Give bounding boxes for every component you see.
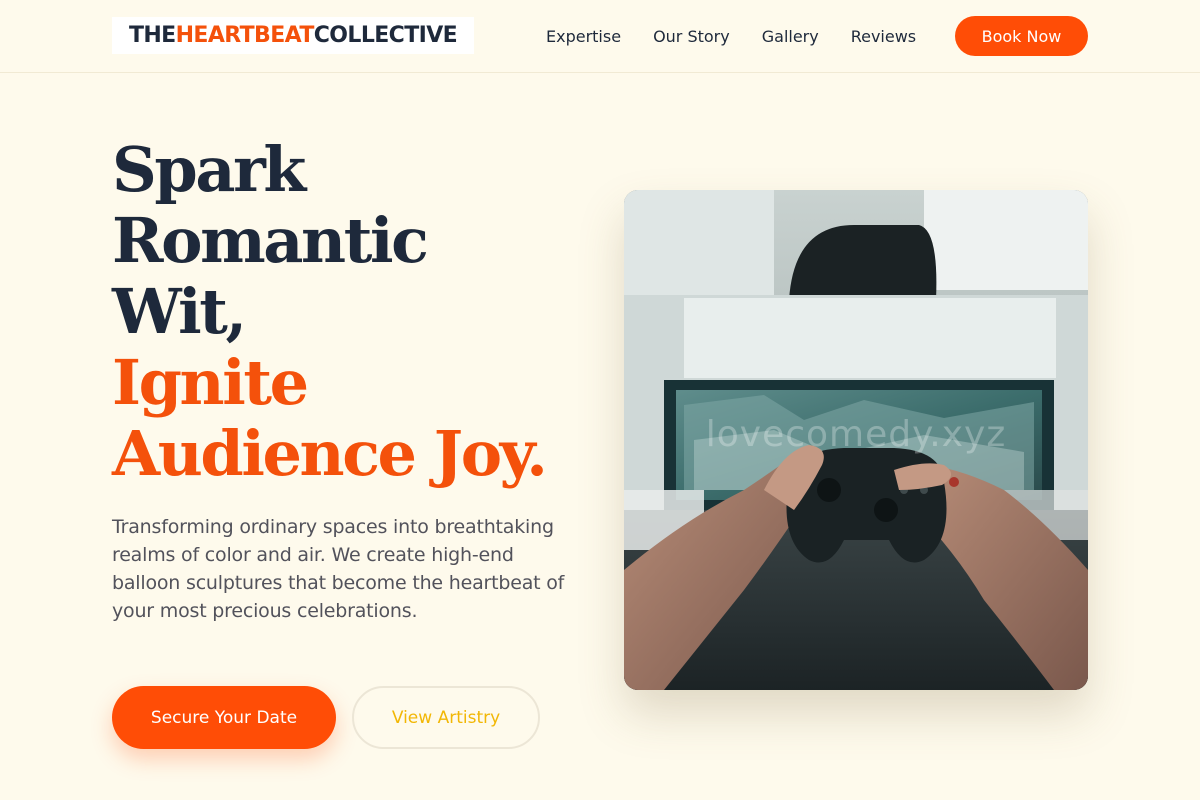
logo-text-heartbeat: HEARTBEAT bbox=[175, 23, 315, 48]
image-watermark: lovecomedy.xyz bbox=[705, 414, 1007, 455]
brand-logo[interactable]: THE HEARTBEAT COLLECTIVE bbox=[112, 17, 474, 54]
nav-link-expertise[interactable]: Expertise bbox=[546, 27, 621, 46]
headline-line-1: Spark bbox=[112, 133, 306, 206]
hero-image: lovecomedy.xyz bbox=[624, 190, 1088, 690]
hero-headline: Spark Romantic Wit, Ignite Audience Joy. bbox=[112, 133, 548, 490]
view-artistry-button[interactable]: View Artistry bbox=[352, 686, 540, 749]
logo-text-collective: COLLECTIVE bbox=[313, 23, 458, 48]
headline-line-2: Romantic bbox=[112, 204, 429, 277]
nav-link-gallery[interactable]: Gallery bbox=[762, 27, 819, 46]
nav-link-reviews[interactable]: Reviews bbox=[851, 27, 916, 46]
logo-text-the: THE bbox=[128, 23, 176, 48]
nav-link-our-story[interactable]: Our Story bbox=[653, 27, 730, 46]
headline-line-4: Ignite bbox=[112, 346, 309, 419]
site-header: THE HEARTBEAT COLLECTIVE Expertise Our S… bbox=[0, 0, 1200, 73]
hero-description: Transforming ordinary spaces into breath… bbox=[112, 516, 565, 622]
headline-line-5: Audience Joy. bbox=[112, 417, 548, 490]
headline-line-3: Wit, bbox=[112, 275, 247, 348]
secure-your-date-button[interactable]: Secure Your Date bbox=[112, 686, 336, 749]
book-now-button[interactable]: Book Now bbox=[955, 16, 1088, 56]
main-nav: Expertise Our Story Gallery Reviews bbox=[546, 0, 948, 72]
